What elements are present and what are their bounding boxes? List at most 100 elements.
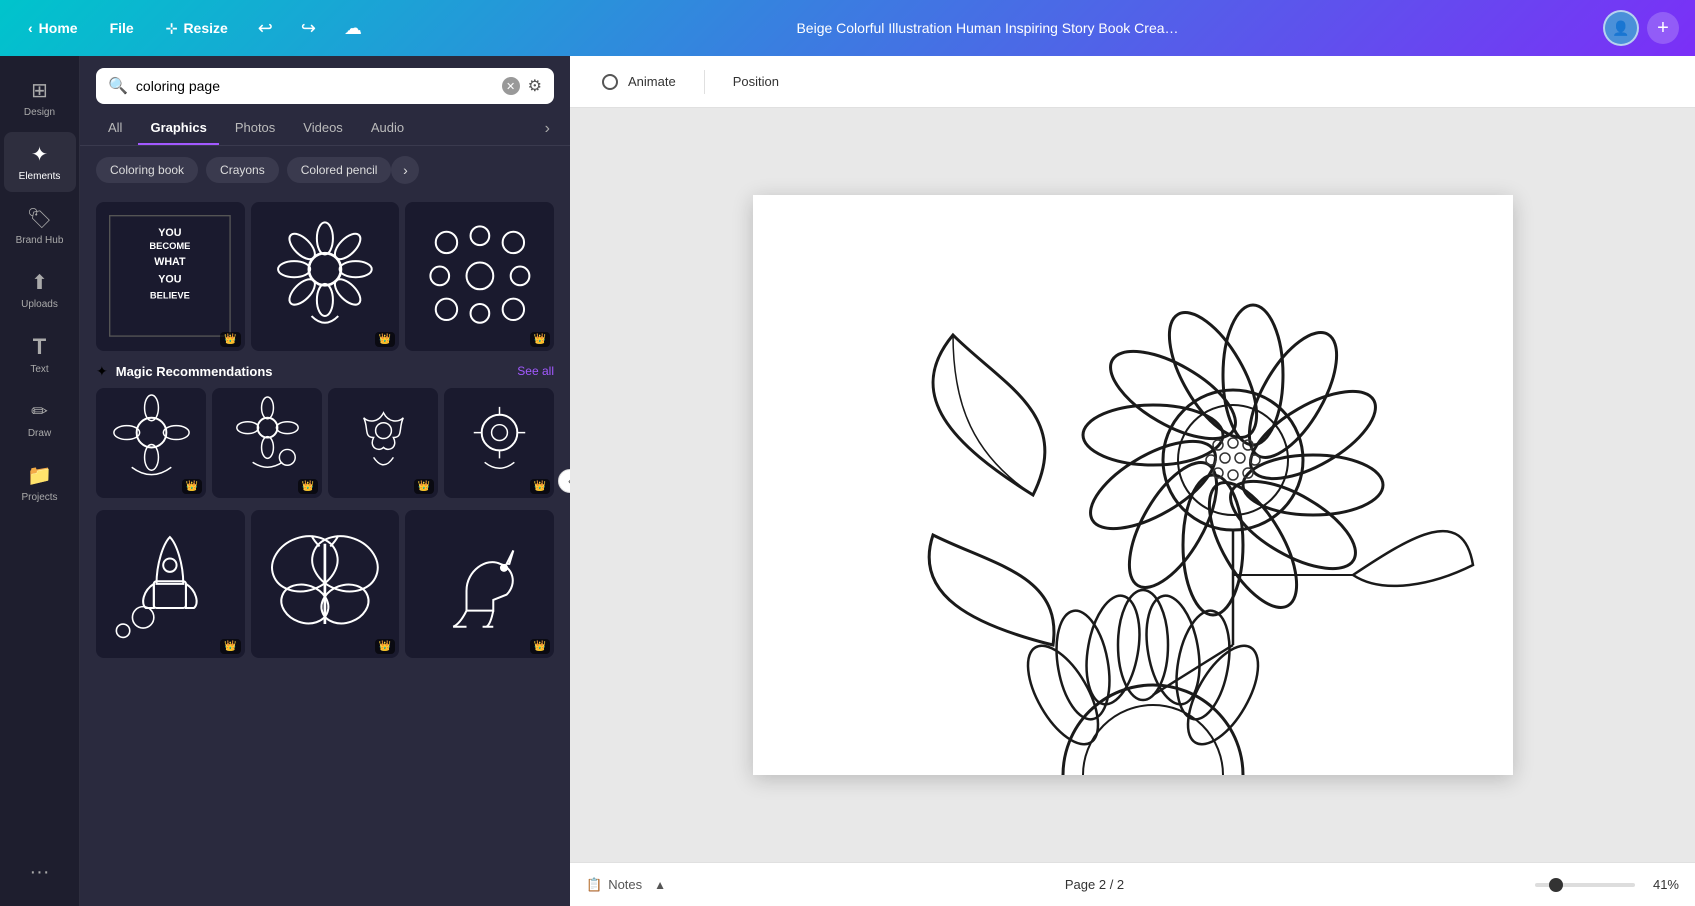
collapse-pages-button[interactable]: ▲ <box>654 878 666 892</box>
tabs-row: All Graphics Photos Videos Audio › <box>80 104 570 146</box>
undo-button[interactable]: ↩ <box>248 12 283 45</box>
sidebar-item-label-brand-hub: Brand Hub <box>16 235 64 246</box>
uploads-icon: ⬆ <box>31 270 48 295</box>
result-item-2[interactable]: 👑 <box>251 202 400 351</box>
zoom-slider[interactable] <box>1535 883 1635 887</box>
magic-item-1[interactable]: 👑 <box>96 388 206 498</box>
filter-button[interactable]: ⚙ <box>528 76 542 96</box>
sidebar-item-text[interactable]: T Text <box>4 324 76 385</box>
home-label: Home <box>39 20 78 36</box>
icon-sidebar: ⊞ Design ✦ Elements 🏷 Brand Hub ⬆ Upload… <box>0 56 80 906</box>
chip-crayons[interactable]: Crayons <box>206 157 279 183</box>
page-info: Page 2 / 2 <box>666 877 1523 892</box>
zoom-controls: 41% <box>1535 877 1679 892</box>
notes-icon: 📋 <box>586 877 602 893</box>
search-panel: 🔍 ✕ ⚙ All Graphics Photos Videos Audio ›… <box>80 56 570 906</box>
design-icon: ⊞ <box>31 78 48 103</box>
elements-icon: ✦ <box>31 142 48 167</box>
svg-text:BECOME: BECOME <box>150 242 191 252</box>
clear-search-button[interactable]: ✕ <box>502 77 520 95</box>
zoom-label: 41% <box>1643 877 1679 892</box>
sidebar-item-brand-hub[interactable]: 🏷 Brand Hub <box>4 196 76 256</box>
sidebar-item-label-design: Design <box>24 107 55 118</box>
crown-badge-m2: 👑 <box>298 479 318 494</box>
add-collaborator-button[interactable]: + <box>1647 12 1679 44</box>
projects-icon: 📁 <box>27 463 52 488</box>
top-results-grid: YOU BECOME WHAT YOU BELIEVE 👑 <box>96 202 554 351</box>
document-title: Beige Colorful Illustration Human Inspir… <box>380 20 1595 36</box>
avatar[interactable]: 👤 <box>1603 10 1639 46</box>
search-header: 🔍 ✕ ⚙ <box>80 56 570 104</box>
sidebar-item-label-text: Text <box>30 364 48 375</box>
more-sidebar-button[interactable]: ··· <box>20 851 60 894</box>
text-icon: T <box>33 334 46 360</box>
magic-sparkle-icon: ✦ <box>96 363 108 380</box>
tabs-more-arrow[interactable]: › <box>541 116 554 142</box>
position-label: Position <box>733 74 779 89</box>
result-item-1[interactable]: YOU BECOME WHAT YOU BELIEVE 👑 <box>96 202 245 351</box>
search-input[interactable] <box>136 78 494 94</box>
cloud-save-button[interactable]: ☁ <box>334 12 372 45</box>
notes-button[interactable]: 📋 Notes <box>586 877 642 893</box>
crown-badge-1: 👑 <box>220 332 240 347</box>
resize-label: Resize <box>183 20 227 36</box>
tab-audio[interactable]: Audio <box>359 112 416 145</box>
canvas-page <box>753 195 1513 775</box>
magic-recommendations-title: Magic Recommendations <box>116 364 273 379</box>
animate-button[interactable]: Animate <box>590 68 688 96</box>
topbar: ‹ Home File ⊹ Resize ↩ ↪ ☁ Beige Colorfu… <box>0 0 1695 56</box>
file-button[interactable]: File <box>98 14 146 42</box>
more-item-1[interactable]: 👑 <box>96 510 245 659</box>
more-item-2[interactable]: 👑 <box>251 510 400 659</box>
main-layout: ⊞ Design ✦ Elements 🏷 Brand Hub ⬆ Upload… <box>0 56 1695 906</box>
more-item-3[interactable]: 👑 <box>405 510 554 659</box>
animate-icon <box>602 74 618 90</box>
animate-label: Animate <box>628 74 676 89</box>
sidebar-item-projects[interactable]: 📁 Projects <box>4 453 76 513</box>
sidebar-item-label-draw: Draw <box>28 428 51 439</box>
tab-graphics[interactable]: Graphics <box>138 112 218 145</box>
see-all-button[interactable]: See all <box>517 364 554 378</box>
crown-badge-m4: 👑 <box>530 479 550 494</box>
cloud-icon: ☁ <box>344 18 362 39</box>
draw-icon: ✏ <box>31 399 48 424</box>
canvas-content <box>753 195 1513 775</box>
toolbar-divider <box>704 70 705 94</box>
sidebar-item-elements[interactable]: ✦ Elements <box>4 132 76 192</box>
home-button[interactable]: ‹ Home <box>16 14 90 42</box>
magic-item-3[interactable]: 👑 <box>328 388 438 498</box>
position-button[interactable]: Position <box>721 68 791 95</box>
canvas-area: Animate Position <box>570 56 1695 906</box>
magic-recommendations-header: ✦ Magic Recommendations See all <box>96 363 554 380</box>
sidebar-item-label-projects: Projects <box>21 492 57 503</box>
tab-videos[interactable]: Videos <box>291 112 355 145</box>
magic-item-4[interactable]: 👑 <box>444 388 554 498</box>
sidebar-item-draw[interactable]: ✏ Draw <box>4 389 76 449</box>
undo-icon: ↩ <box>258 18 273 39</box>
bottom-bar: 📋 Notes ▲ Page 2 / 2 41% <box>570 862 1695 906</box>
sidebar-item-design[interactable]: ⊞ Design <box>4 68 76 128</box>
results-area: YOU BECOME WHAT YOU BELIEVE 👑 <box>80 194 570 906</box>
redo-button[interactable]: ↪ <box>291 12 326 45</box>
result-item-3[interactable]: 👑 <box>405 202 554 351</box>
crown-badge-more3: 👑 <box>530 639 550 654</box>
svg-text:YOU: YOU <box>159 227 182 239</box>
crown-badge-more2: 👑 <box>375 639 395 654</box>
crown-badge-more1: 👑 <box>220 639 240 654</box>
file-label: File <box>110 20 134 36</box>
topbar-right: 👤 + <box>1603 10 1679 46</box>
tab-all[interactable]: All <box>96 112 134 145</box>
resize-button[interactable]: ⊹ Resize <box>154 14 240 43</box>
svg-text:WHAT: WHAT <box>155 257 187 269</box>
crown-badge-m1: 👑 <box>182 479 202 494</box>
sidebar-item-uploads[interactable]: ⬆ Uploads <box>4 260 76 320</box>
search-icon: 🔍 <box>108 76 128 96</box>
canvas-viewport <box>570 108 1695 862</box>
chip-colored-pencil[interactable]: Colored pencil <box>287 157 392 183</box>
tab-photos[interactable]: Photos <box>223 112 287 145</box>
svg-text:BELIEVE: BELIEVE <box>150 291 190 301</box>
chip-coloring-book[interactable]: Coloring book <box>96 157 198 183</box>
chevron-down-icon: ▲ <box>654 878 666 892</box>
magic-item-2[interactable]: 👑 <box>212 388 322 498</box>
chips-next-arrow[interactable]: › <box>391 156 419 184</box>
